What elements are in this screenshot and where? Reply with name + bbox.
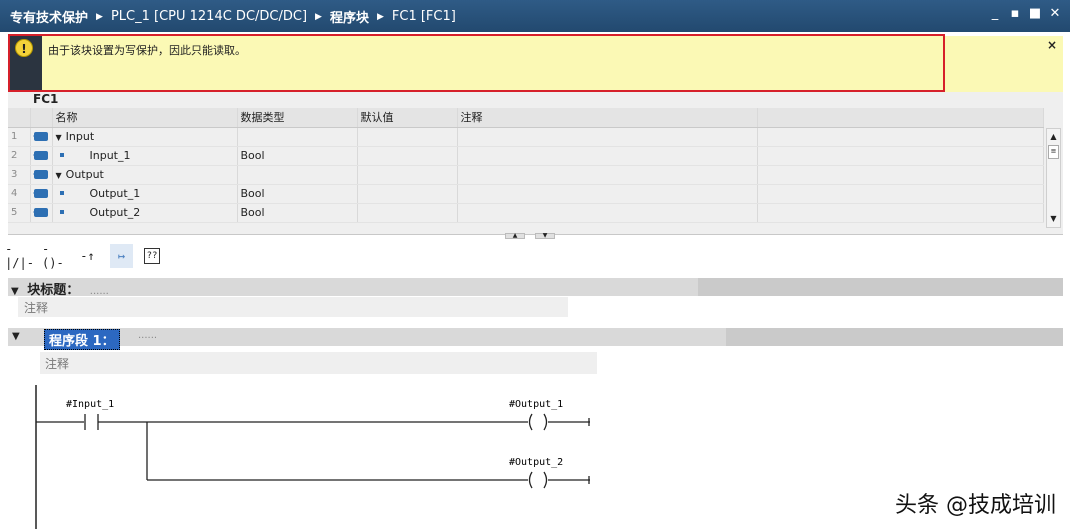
col-comment[interactable]: 注释 <box>457 108 758 128</box>
breadcrumb-item[interactable]: 程序块 <box>330 7 369 26</box>
breadcrumb: 专有技术保护 ▶ PLC_1 [CPU 1214C DC/DC/DC] ▶ 程序… <box>10 7 456 26</box>
contact-input-1[interactable]: #Input_1 <box>66 399 114 430</box>
block-title-value[interactable]: ...... <box>90 286 109 297</box>
block-comment-field[interactable]: 注释 <box>18 297 568 317</box>
title-bar: 专有技术保护 ▶ PLC_1 [CPU 1214C DC/DC/DC] ▶ 程序… <box>0 0 1070 32</box>
network-comment-field[interactable]: 注释 <box>40 352 597 374</box>
collapse-icon[interactable]: ▼ <box>56 171 62 180</box>
maximize-icon[interactable]: ■ <box>1028 6 1042 21</box>
close-icon[interactable]: ✕ <box>1048 6 1062 21</box>
interface-table-panel: FC1 名称 数据类型 默认值 注释 1 ▼ Input 2 Input_1 Bo… <box>8 92 1063 235</box>
coil-output-2[interactable]: #Output_2 <box>509 457 563 489</box>
scroll-up-icon[interactable]: ▲ <box>1047 130 1060 144</box>
col-datatype[interactable]: 数据类型 <box>237 108 358 128</box>
breadcrumb-arrow-icon: ▶ <box>315 11 322 22</box>
warning-icon: ! <box>15 39 33 57</box>
table-row[interactable]: 5 Output_2 Bool <box>8 203 1044 223</box>
watermark: 头条 @技成培训 <box>895 493 1056 518</box>
float-icon[interactable]: ▪ <box>1008 6 1022 21</box>
ladder-toolbar: -|/|- -()- -↑ ↦ ?? <box>5 242 160 270</box>
write-protect-banner: ! 由于该块设置为写保护，因此只能读取。 × <box>8 36 1063 92</box>
close-branch-button[interactable]: ↦ <box>110 244 133 268</box>
interface-output-icon <box>32 189 48 198</box>
panel-splitter[interactable]: ▲ ▼ <box>505 233 555 239</box>
empty-box-button[interactable]: ?? <box>144 248 160 264</box>
table-row[interactable]: 2 Input_1 Bool <box>8 146 1044 166</box>
breadcrumb-arrow-icon: ▶ <box>376 11 384 22</box>
breadcrumb-arrow-icon: ▶ <box>96 11 103 22</box>
splitter-down-icon[interactable]: ▼ <box>535 233 555 239</box>
interface-output-icon <box>32 170 48 179</box>
variable-icon <box>59 191 64 195</box>
network-header: ▼ 程序段 1： ...... <box>8 328 1063 350</box>
breadcrumb-item[interactable]: FC1 [FC1] <box>392 9 456 24</box>
table-row[interactable]: 1 ▼ Input <box>8 127 1044 147</box>
block-title-row: ▼ 块标题： ...... <box>8 278 1063 298</box>
coil-operand: #Output_2 <box>509 457 563 468</box>
normally-open-contact-button[interactable]: -|/|- <box>5 242 34 270</box>
col-name[interactable]: 名称 <box>52 108 238 128</box>
block-title-label: 块标题： <box>27 283 80 298</box>
breadcrumb-item[interactable]: PLC_1 [CPU 1214C DC/DC/DC] <box>111 9 307 24</box>
network-title[interactable]: 程序段 1： <box>44 329 120 350</box>
vertical-scrollbar[interactable]: ▲ ≡ ▼ <box>1046 128 1061 228</box>
collapse-icon[interactable]: ▼ <box>11 286 19 297</box>
collapse-icon[interactable]: ▼ <box>12 331 20 342</box>
coil-output-1[interactable]: #Output_1 <box>509 399 563 431</box>
table-header: 名称 数据类型 默认值 注释 <box>8 108 1044 128</box>
interface-input-icon <box>32 151 48 160</box>
splitter-up-icon[interactable]: ▲ <box>505 233 525 239</box>
network-title-value[interactable]: ...... <box>138 330 157 341</box>
breadcrumb-item[interactable]: 专有技术保护 <box>10 7 88 26</box>
coil-operand: #Output_1 <box>509 399 563 410</box>
col-default[interactable]: 默认值 <box>357 108 458 128</box>
minimize-icon[interactable]: _ <box>988 6 1002 21</box>
contact-operand: #Input_1 <box>66 399 114 410</box>
interface-input-icon <box>32 132 48 141</box>
interface-output-icon <box>32 208 48 217</box>
close-banner-icon[interactable]: × <box>1047 38 1057 52</box>
window-controls: _ ▪ ■ ✕ <box>988 6 1062 21</box>
collapse-icon[interactable]: ▼ <box>56 133 62 142</box>
coil-button[interactable]: -()- <box>42 242 65 270</box>
table-row[interactable]: 4 Output_1 Bool <box>8 184 1044 204</box>
variable-icon <box>59 153 64 157</box>
scroll-thumb[interactable]: ≡ <box>1048 145 1059 159</box>
variable-icon <box>59 210 64 214</box>
banner-icon-strip: ! <box>8 36 42 92</box>
block-name: FC1 <box>33 92 59 106</box>
interface-table: 名称 数据类型 默认值 注释 1 ▼ Input 2 Input_1 Bool 3… <box>8 108 1044 223</box>
table-row[interactable]: 3 ▼ Output <box>8 165 1044 185</box>
scroll-down-icon[interactable]: ▼ <box>1047 212 1060 226</box>
open-branch-button[interactable]: -↑ <box>76 244 99 268</box>
banner-message: 由于该块设置为写保护，因此只能读取。 <box>48 44 246 57</box>
